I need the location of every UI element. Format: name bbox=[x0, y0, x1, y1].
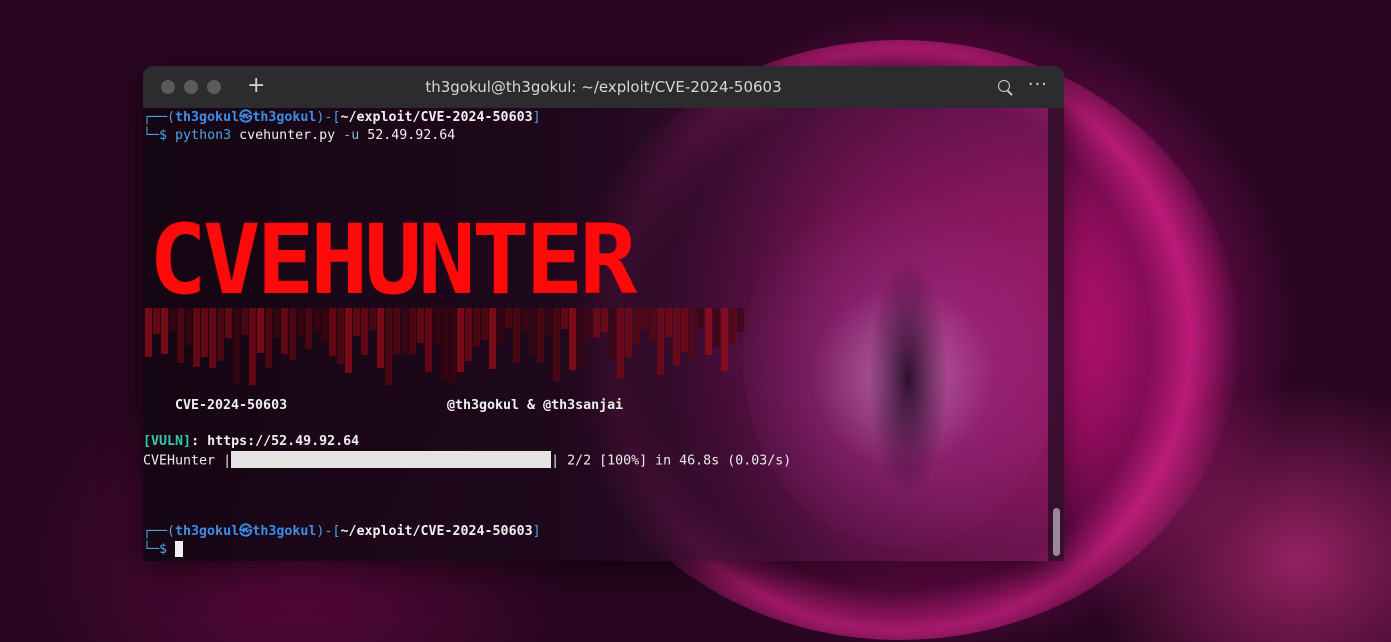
banner-drip bbox=[681, 308, 688, 352]
authors: @th3gokul & @th3sanjai bbox=[447, 398, 624, 413]
scrollbar[interactable] bbox=[1048, 108, 1064, 561]
search-icon[interactable] bbox=[998, 80, 1010, 92]
banner-drip bbox=[209, 308, 216, 368]
banner-drip bbox=[457, 308, 464, 372]
banner-drip bbox=[193, 308, 200, 367]
cve-id: CVE-2024-50603 bbox=[175, 398, 288, 413]
banner-drip bbox=[577, 308, 584, 367]
banner-drip bbox=[537, 308, 544, 363]
banner-drip bbox=[513, 308, 520, 363]
prompt-line: ┌──(th3gokul㉿th3gokul)-[~/exploit/CVE-20… bbox=[143, 110, 541, 125]
progress-line: CVEHunter | | 2/2 [100%] in 46.8s (0.03/s… bbox=[143, 451, 791, 469]
banner-drip bbox=[345, 308, 352, 373]
banner-drip bbox=[665, 308, 672, 337]
banner-drip bbox=[377, 308, 384, 368]
banner-drip bbox=[713, 308, 720, 348]
banner-drip bbox=[569, 308, 576, 370]
progress-bar bbox=[231, 451, 552, 468]
banner-drip bbox=[737, 308, 744, 332]
title-bar[interactable]: + th3gokul@th3gokul: ~/exploit/CVE-2024-… bbox=[143, 66, 1064, 108]
banner-drip bbox=[649, 308, 656, 341]
wallpaper-figure bbox=[863, 248, 953, 508]
command-line: └─$ python3 cvehunter.py -u 52.49.92.64 bbox=[143, 128, 456, 143]
banner-drip bbox=[249, 308, 256, 385]
banner-drip bbox=[633, 308, 640, 344]
window-title: th3gokul@th3gokul: ~/exploit/CVE-2024-50… bbox=[425, 78, 782, 96]
banner-drip bbox=[265, 308, 272, 368]
banner-drip bbox=[425, 308, 432, 372]
banner-drip bbox=[705, 308, 712, 355]
banner-drip bbox=[673, 308, 680, 365]
banner-drip bbox=[441, 308, 448, 379]
banner-drip bbox=[489, 308, 496, 369]
input-line[interactable]: └─$ bbox=[143, 541, 184, 559]
text-cursor bbox=[175, 541, 184, 557]
banner-drip bbox=[385, 308, 392, 385]
banner-drip bbox=[689, 308, 696, 356]
banner-text: CVEHUNTER bbox=[149, 204, 637, 316]
banner-drip bbox=[641, 308, 648, 331]
menu-icon[interactable]: ··· bbox=[1028, 74, 1048, 95]
banner-drip bbox=[337, 308, 344, 364]
ascii-banner: CVEHUNTER bbox=[145, 212, 755, 392]
banner-drip bbox=[721, 308, 728, 371]
banner-drip bbox=[553, 308, 560, 381]
banner-drip bbox=[233, 308, 240, 384]
prompt-line-2: ┌──(th3gokul㉿th3gokul)-[~/exploit/CVE-20… bbox=[143, 524, 541, 539]
banner-drip bbox=[617, 308, 624, 378]
terminal-window[interactable]: + th3gokul@th3gokul: ~/exploit/CVE-2024-… bbox=[143, 66, 1064, 561]
vuln-result: [VULN]: https://52.49.92.64 bbox=[143, 434, 360, 449]
scrollbar-thumb[interactable] bbox=[1053, 508, 1060, 556]
terminal-output[interactable]: ┌──(th3gokul㉿th3gokul)-[~/exploit/CVE-20… bbox=[143, 108, 1064, 561]
banner-drip bbox=[729, 308, 736, 344]
banner-drip bbox=[449, 308, 456, 383]
banner-drip bbox=[657, 308, 664, 375]
banner-drip bbox=[697, 308, 704, 328]
banner-drip bbox=[177, 308, 184, 363]
